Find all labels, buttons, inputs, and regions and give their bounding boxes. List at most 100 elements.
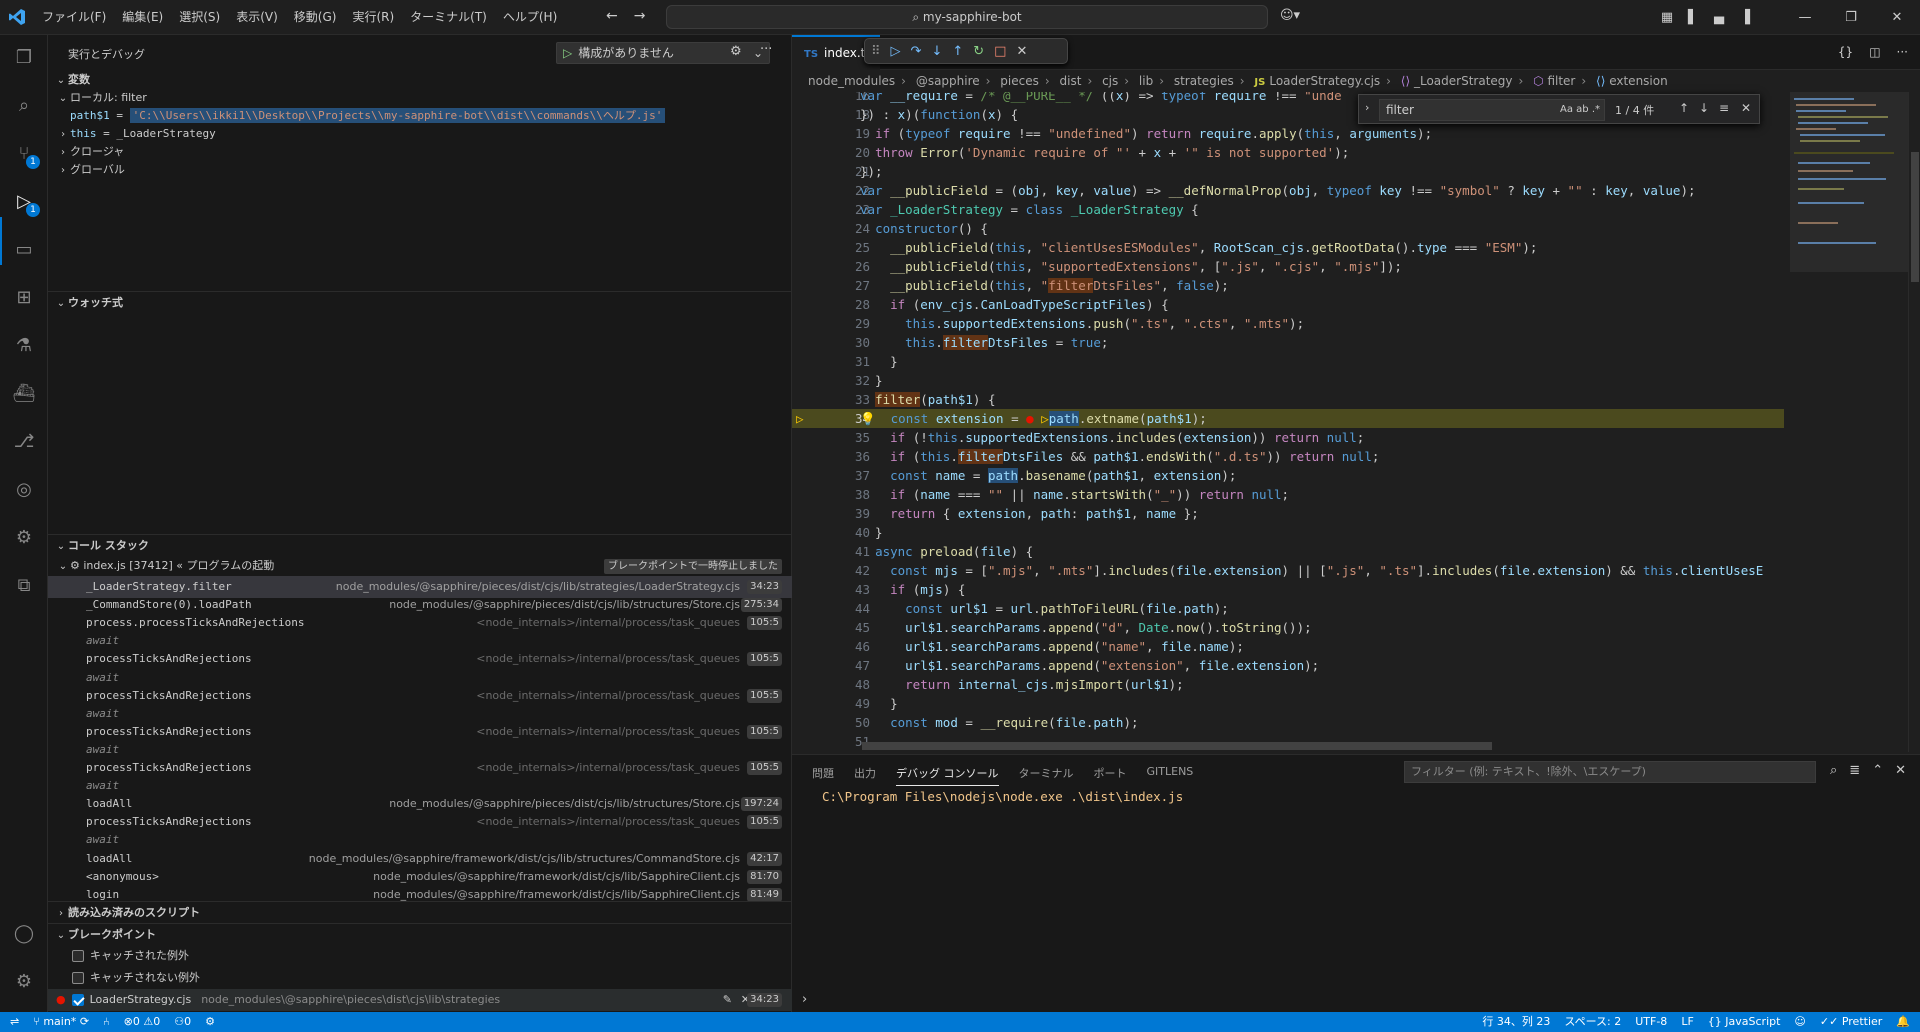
menu-run[interactable]: 実行(R) xyxy=(344,0,402,35)
minimap[interactable] xyxy=(1790,92,1908,752)
minimap-slider[interactable] xyxy=(1790,92,1908,272)
source-control-icon[interactable]: ⑂ 1 xyxy=(8,137,40,169)
breadcrumb-item[interactable]: dist xyxy=(1060,74,1082,88)
tab-gitlens[interactable]: GITLENS xyxy=(1147,765,1194,786)
copilot-chat-icon[interactable]: ⚙ xyxy=(8,521,40,553)
problems-item[interactable]: ⊗0 ⚠0 xyxy=(124,1012,161,1032)
extensions-icon[interactable]: ⊞ xyxy=(8,281,40,313)
cursor-position[interactable]: 行 34、列 23 xyxy=(1482,1012,1550,1032)
gear-icon[interactable]: ⚙ xyxy=(730,44,742,59)
arrow-up-icon[interactable]: ↑ xyxy=(1679,101,1689,115)
remote-explorer-icon[interactable]: ▭ xyxy=(8,233,40,265)
menu-selection[interactable]: 選択(S) xyxy=(171,0,228,35)
stop-icon[interactable]: □ xyxy=(994,44,1006,59)
line-ending[interactable]: LF xyxy=(1681,1012,1693,1032)
menu-view[interactable]: 表示(V) xyxy=(228,0,286,35)
callstack-section-header[interactable]: ⌄ コール スタック xyxy=(48,534,792,556)
docker-icon[interactable]: ⛴ xyxy=(8,377,40,409)
close-icon[interactable]: ✕ xyxy=(1741,101,1751,115)
close-window-icon[interactable]: ✕ xyxy=(1874,10,1920,25)
toggle-sidebar-icon[interactable]: ▌ xyxy=(1680,10,1706,25)
callstack-session-row[interactable]: ⌄ ⚙ index.js [37412] « プログラムの起動 ブレークポイントで一… xyxy=(48,555,792,577)
tab-problems[interactable]: 問題 xyxy=(812,765,834,786)
ports-item[interactable]: ⚇0 xyxy=(174,1012,191,1032)
close-panel-icon[interactable]: ✕ xyxy=(1895,763,1906,778)
global-scope-row[interactable]: › グローバル xyxy=(48,159,792,181)
breadcrumb-item[interactable]: @sapphire xyxy=(916,74,980,88)
extensions-view-icon[interactable]: ⧉ xyxy=(8,569,40,601)
drag-handle-icon[interactable]: ⠿ xyxy=(871,44,881,59)
menu-edit[interactable]: 編集(E) xyxy=(114,0,171,35)
vertical-scrollbar[interactable] xyxy=(1908,92,1920,752)
scrollbar-thumb[interactable] xyxy=(1911,152,1919,282)
more-actions-icon[interactable]: ··· xyxy=(1897,45,1908,59)
back-arrow-icon[interactable]: ← xyxy=(606,8,618,24)
debug-status-icon[interactable]: ⚙ xyxy=(205,1012,215,1032)
minimize-icon[interactable]: — xyxy=(1782,10,1828,25)
find-input[interactable]: filter Aa ab .* xyxy=(1379,99,1605,121)
menu-file[interactable]: ファイル(F) xyxy=(34,0,114,35)
breakpoint-row[interactable]: ● LoaderStrategy.cjs node_modules\@sapphir… xyxy=(48,989,792,1011)
toggle-secondary-sidebar-icon[interactable]: ▐ xyxy=(1732,10,1758,25)
gitlens-status-icon[interactable]: ⑃ xyxy=(103,1012,110,1032)
breadcrumb-item[interactable]: strategies xyxy=(1174,74,1234,88)
run-debug-icon[interactable]: ▷ 1 xyxy=(8,185,40,217)
tab-ports[interactable]: ポート xyxy=(1094,765,1127,786)
edit-icon[interactable]: ✎ xyxy=(723,989,732,1011)
restart-icon[interactable]: ↻ xyxy=(973,44,984,59)
console-filter-input[interactable]: フィルター (例: テキスト、!除外、\エスケープ) xyxy=(1404,761,1816,783)
loaded-scripts-header[interactable]: › 読み込み済みのスクリプト xyxy=(48,901,792,923)
tab-output[interactable]: 出力 xyxy=(854,765,876,786)
remote-icon[interactable]: ⇌ xyxy=(10,1012,19,1032)
bp-caught-row[interactable]: キャッチされた例外 xyxy=(48,945,792,967)
code-editor[interactable]: 16 var __require = /* @__PURE__ */ ((x) =… xyxy=(792,92,1920,754)
tab-terminal[interactable]: ターミナル xyxy=(1019,765,1074,786)
chevron-right-icon[interactable]: › xyxy=(1365,101,1369,114)
breadcrumb-item[interactable]: node_modules xyxy=(808,74,895,88)
language-item[interactable]: {} JavaScript xyxy=(1708,1012,1781,1032)
tab-debug-console[interactable]: デバッグ コンソール xyxy=(896,765,999,786)
branch-item[interactable]: ⑂ main* ⟳ xyxy=(33,1012,89,1032)
checkbox[interactable] xyxy=(71,994,84,1006)
maximize-panel-icon[interactable]: ⌃ xyxy=(1872,763,1883,778)
breadcrumb-item[interactable]: pieces xyxy=(1000,74,1039,88)
filter-icon[interactable]: ⌕ xyxy=(1830,763,1837,778)
encoding[interactable]: UTF-8 xyxy=(1635,1012,1667,1032)
breadcrumb-item[interactable]: lib xyxy=(1139,74,1153,88)
forward-arrow-icon[interactable]: → xyxy=(634,8,646,24)
explorer-icon[interactable]: ❐ xyxy=(8,41,40,73)
account-icon[interactable]: ◯ xyxy=(8,917,40,949)
menu-go[interactable]: 移動(G) xyxy=(286,0,345,35)
more-actions-icon[interactable]: ··· xyxy=(760,42,772,57)
indentation[interactable]: スペース: 2 xyxy=(1564,1012,1621,1032)
horizontal-scrollbar[interactable] xyxy=(862,742,1492,750)
continue-icon[interactable]: ▷ xyxy=(891,44,901,59)
start-debug-icon[interactable]: ▷ xyxy=(563,46,572,60)
search-icon[interactable]: ⌕ xyxy=(8,89,40,121)
bp-uncaught-row[interactable]: キャッチされない例外 xyxy=(48,967,792,989)
restore-icon[interactable]: ❐ xyxy=(1828,10,1874,25)
breadcrumb-item[interactable]: _LoaderStrategy xyxy=(1414,74,1513,88)
watch-section-header[interactable]: ⌄ ウォッチ式 xyxy=(48,291,792,313)
split-editor-icon[interactable]: ◫ xyxy=(1869,45,1880,59)
prettier-item[interactable]: ✓✓ Prettier xyxy=(1820,1012,1882,1032)
braces-icon[interactable]: {} xyxy=(1838,45,1853,59)
step-over-icon[interactable]: ↷ xyxy=(911,44,922,59)
step-into-icon[interactable]: ↓ xyxy=(931,44,942,59)
close-icon[interactable]: ✕ xyxy=(1016,44,1027,59)
gitlens-icon[interactable]: ⎇ xyxy=(8,425,40,457)
breadcrumb-item[interactable]: extension xyxy=(1609,74,1668,88)
toggle-panel-icon[interactable]: ▄ xyxy=(1706,10,1732,25)
lightbulb-icon[interactable]: 💡 xyxy=(860,411,876,426)
find-options[interactable]: Aa ab .* xyxy=(1560,100,1600,120)
copilot-status-icon[interactable]: ☺ xyxy=(1794,1012,1805,1032)
command-center[interactable]: ⌕ my-sapphire-bot xyxy=(666,5,1268,29)
gitlens-inspect-icon[interactable]: ◎ xyxy=(8,473,40,505)
testing-icon[interactable]: ⚗ xyxy=(8,329,40,361)
menu-help[interactable]: ヘルプ(H) xyxy=(495,0,565,35)
console-prompt-icon[interactable]: › xyxy=(802,992,807,1007)
bell-icon[interactable]: 🔔 xyxy=(1896,1012,1910,1032)
menu-terminal[interactable]: ターミナル(T) xyxy=(402,0,495,35)
clear-console-icon[interactable]: ≣ xyxy=(1849,763,1860,778)
arrow-down-icon[interactable]: ↓ xyxy=(1699,101,1709,115)
